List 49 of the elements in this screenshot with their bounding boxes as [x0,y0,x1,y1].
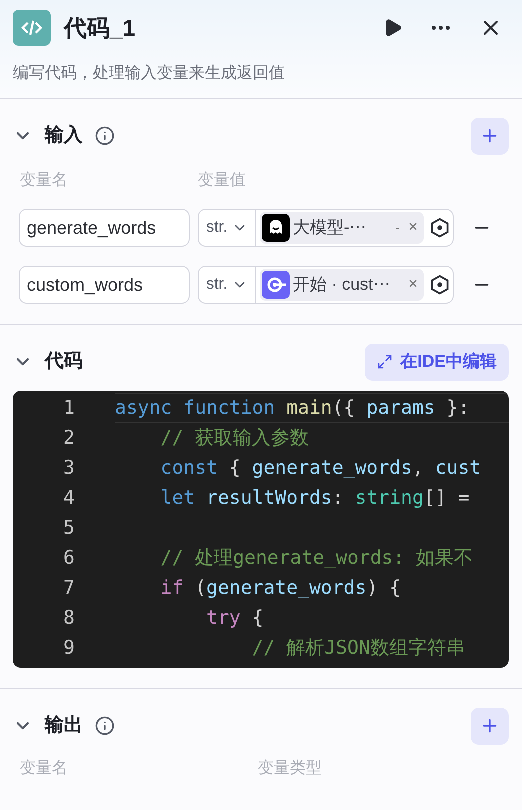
info-icon[interactable] [95,126,115,146]
section-title: 输出 [45,714,83,738]
line-number: 1 [62,396,75,421]
reference-detail: - [396,220,400,237]
add-button[interactable] [471,118,509,154]
line-number: 9 [62,636,75,661]
reference-label: 大模型-⋯ [293,217,367,240]
variable-name-field[interactable]: custom_words [19,266,190,304]
line-number: 5 [62,516,75,541]
variable-picker-icon[interactable] [429,217,451,239]
start-icon [262,271,290,299]
line-number: 7 [62,576,75,601]
code-line: const { generate_words, cust [160,456,482,481]
remove-reference[interactable]: × [408,216,418,240]
reference-tag[interactable]: 大模型-⋯ - × [260,212,424,244]
code-line: // 处理generate_words: 如果不 [160,546,474,571]
line-number: 4 [62,486,75,511]
type-select[interactable]: str. [199,267,256,303]
variable-name-field[interactable]: generate_words [19,209,190,247]
code-line: try { [206,606,265,631]
remove-reference[interactable]: × [408,273,418,297]
type-select[interactable]: str. [199,210,256,246]
code-line: async function main({ params }: [115,393,509,423]
ide-edit-button[interactable]: 在IDE中编辑 [364,344,509,380]
code-line: // 获取输入参数 [160,426,310,451]
section-title: 输入 [45,124,83,148]
reference-label: 开始 · cust⋯ [293,274,390,296]
code-line: // 解析JSON数组字符串 [251,636,466,661]
section-title: 代码 [45,350,83,374]
line-number: 8 [62,606,75,631]
code-node-icon [13,10,51,46]
code-line: let resultWords: string[] = [160,486,471,511]
reference-tag[interactable]: 开始 · cust⋯ × [260,269,424,301]
info-icon[interactable] [95,716,115,736]
ghost-icon [262,214,290,242]
expand-icon [376,354,393,370]
code-editor[interactable]: 1 async function main({ params }: 2 // 获取输入参数 3 const { generate_words, cust 4 let resultWords: string[] = 5 6 // 处理generate_words: 如果不 7 if (generate_words) { 8 try { 9 // 解析JSON数组字符串 [13,391,509,668]
column-header: 变量名 [20,170,69,191]
code-line: if (generate_words) { [160,576,402,601]
node-description: 编写代码，处理输入变量来生成返回值 [13,64,286,84]
add-button[interactable] [471,708,509,744]
column-header: 变量值 [198,170,246,191]
variable-picker-icon[interactable] [429,274,451,296]
node-title: 代码_1 [64,14,136,43]
line-number: 2 [62,426,75,451]
column-header: 变量类型 [258,758,322,779]
column-header: 变量名 [20,758,69,779]
line-number: 3 [62,456,75,481]
line-number: 6 [62,546,75,571]
